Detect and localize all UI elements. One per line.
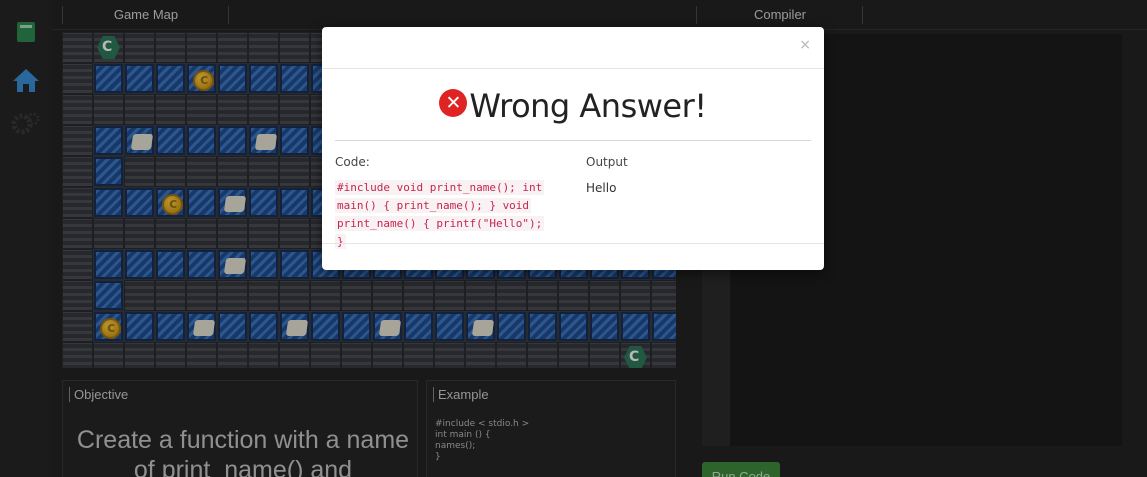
error-x-icon: ✕ xyxy=(439,89,468,117)
submitted-code-text: #include void print_name(); int main() {… xyxy=(335,180,545,249)
output-label: Output xyxy=(586,155,628,169)
result-label: Wrong Answer! xyxy=(469,87,707,125)
result-modal: × ✕ Wrong Answer! Code: Output #include v… xyxy=(322,27,824,270)
code-label: Code: xyxy=(335,155,370,169)
submitted-code: #include void print_name(); int main() {… xyxy=(335,179,552,251)
app-window: Game Map Compiler Run Code Objective Cre… xyxy=(0,0,1147,477)
modal-header: × xyxy=(322,27,824,69)
modal-divider xyxy=(335,140,811,141)
output-value: Hello xyxy=(586,181,617,195)
result-heading: ✕ Wrong Answer! xyxy=(322,85,824,125)
modal-footer-divider xyxy=(322,243,824,244)
close-icon[interactable]: × xyxy=(799,37,811,53)
